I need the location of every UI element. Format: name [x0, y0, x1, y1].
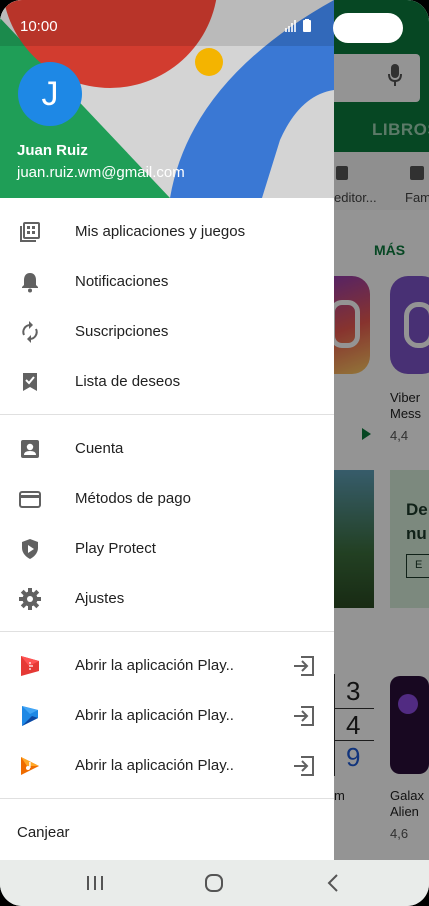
apps-grid-icon [20, 222, 40, 242]
bookmark-check-icon [23, 373, 37, 391]
open-external-icon[interactable] [292, 705, 316, 727]
open-external-icon[interactable] [292, 755, 316, 777]
recent-apps-icon[interactable] [84, 872, 106, 894]
refresh-icon [22, 321, 38, 343]
avatar[interactable]: J [18, 62, 82, 126]
menu-item-label: Mis aplicaciones y juegos [75, 223, 246, 240]
bell-icon [22, 273, 38, 293]
menu-item-wishlist[interactable]: Lista de deseos [0, 357, 334, 407]
menu-item-label: Abrir la aplicación Play.. [75, 657, 234, 674]
menu-item-label: Métodos de pago [75, 490, 191, 507]
menu-item-account[interactable]: Cuenta [0, 424, 334, 474]
menu-item-label: Play Protect [75, 540, 156, 557]
menu-item-play-protect[interactable]: Play Protect [0, 524, 334, 574]
divider [0, 414, 334, 415]
status-time: 10:00 [20, 18, 58, 35]
menu-item-label: Suscripciones [75, 323, 169, 340]
menu-item-label: Abrir la aplicación Play.. [75, 707, 234, 724]
user-name: Juan Ruiz [17, 142, 88, 159]
home-icon[interactable] [203, 872, 225, 894]
menu-item-label: Abrir la aplicación Play.. [75, 757, 234, 774]
menu-item-redeem[interactable]: Canjear [17, 824, 70, 841]
credit-card-icon [19, 491, 41, 508]
open-external-icon[interactable] [292, 655, 316, 677]
divider [0, 798, 334, 799]
play-music-icon [21, 757, 39, 775]
phone-screen: LIBROS editor... Fam MÁS Viber Mess 4,4 … [0, 0, 429, 906]
menu-item-payment-methods[interactable]: Métodos de pago [0, 474, 334, 524]
signal-battery-icon [285, 19, 311, 32]
menu-item-notifications[interactable]: Notificaciones [0, 257, 334, 307]
shield-play-icon [22, 539, 38, 559]
gear-icon [19, 588, 41, 610]
menu-item-label: Lista de deseos [75, 373, 181, 390]
user-email[interactable]: juan.ruiz.wm@gmail.com [17, 164, 185, 181]
system-navigation-bar [0, 860, 429, 906]
menu-item-my-apps[interactable]: Mis aplicaciones y juegos [0, 207, 334, 257]
play-books-icon [22, 706, 38, 726]
menu-item-label: Cuenta [75, 440, 124, 457]
menu-item-label: Ajustes [75, 590, 125, 607]
menu-item-open-play-music[interactable]: Abrir la aplicación Play.. [0, 741, 334, 791]
menu-item-open-play-books[interactable]: Abrir la aplicación Play.. [0, 691, 334, 741]
menu-item-subscriptions[interactable]: Suscripciones [0, 307, 334, 357]
play-movies-icon [21, 656, 39, 676]
menu-item-label: Notificaciones [75, 273, 169, 290]
camera-cutout [333, 13, 403, 43]
status-bar: 10:00 [0, 0, 334, 46]
account-box-icon [21, 440, 39, 458]
back-icon[interactable] [323, 872, 345, 894]
navigation-drawer: J Juan Ruiz juan.ruiz.wm@gmail.com Mis a… [0, 0, 334, 860]
menu-item-settings[interactable]: Ajustes [0, 574, 334, 624]
divider [0, 631, 334, 632]
menu-item-open-play-movies[interactable]: Abrir la aplicación Play.. [0, 641, 334, 691]
